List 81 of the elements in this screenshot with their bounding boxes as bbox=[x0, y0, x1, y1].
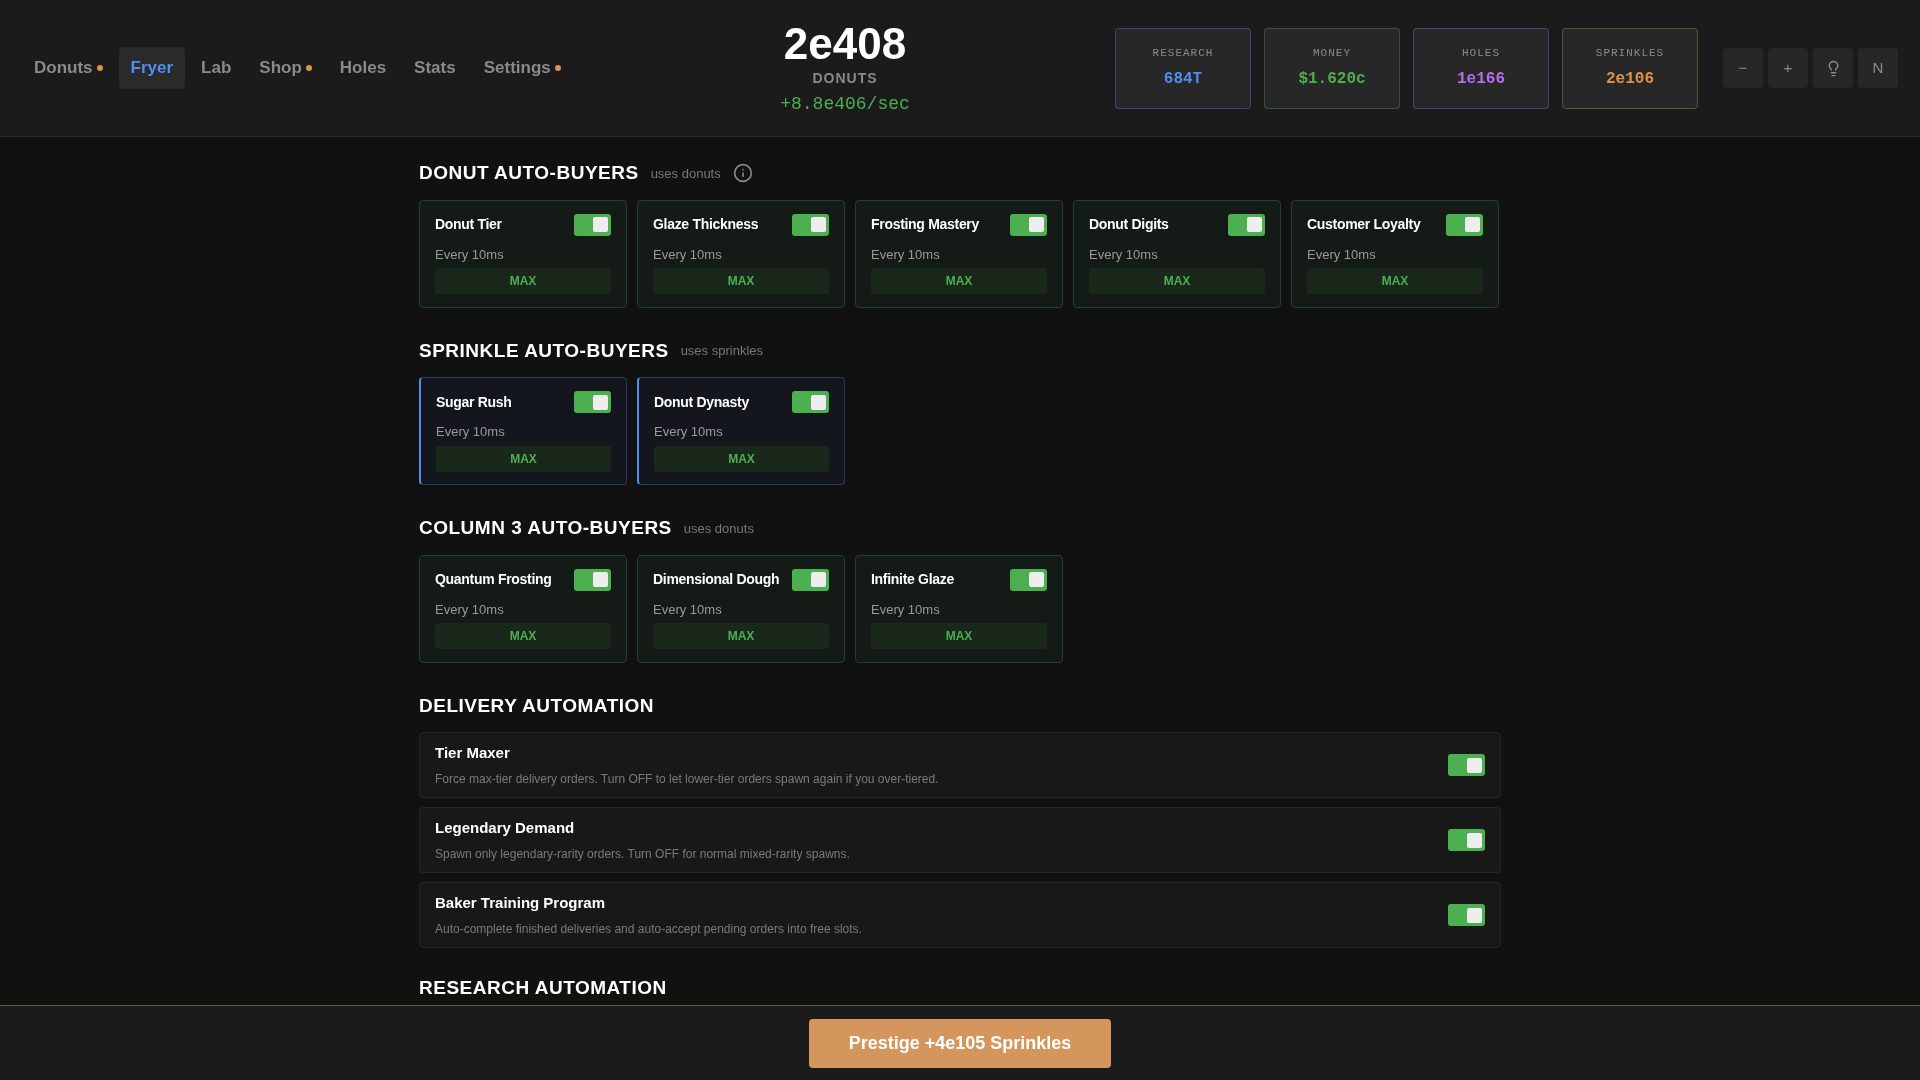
autobuyer-interval: Every 10ms bbox=[435, 245, 505, 264]
lightbulb-button[interactable] bbox=[1813, 48, 1853, 88]
max-button[interactable]: MAX bbox=[435, 268, 611, 294]
nav-tab[interactable]: Fryer bbox=[118, 47, 186, 89]
max-button[interactable]: MAX bbox=[871, 268, 1047, 294]
stat-label: RESEARCH bbox=[1152, 45, 1214, 61]
autobuyer-name: Glaze Thickness bbox=[653, 215, 759, 234]
max-button[interactable]: MAX bbox=[435, 623, 611, 649]
automation-description: Auto-complete finished deliveries and auto-accept pending orders into free slots. bbox=[435, 920, 862, 938]
info-icon[interactable] bbox=[732, 163, 753, 184]
stat-label: HOLES bbox=[1462, 45, 1500, 61]
autobuyer-interval: Every 10ms bbox=[435, 600, 505, 619]
stat-value: 684T bbox=[1163, 69, 1203, 91]
autobuyer-interval: Every 10ms bbox=[653, 245, 723, 264]
toggle-switch[interactable] bbox=[1228, 213, 1265, 236]
toggle-switch[interactable] bbox=[792, 391, 829, 413]
automation-description: Force max-tier delivery orders. Turn OFF to let lower-tier orders spawn again if you over-tiered. bbox=[435, 770, 939, 788]
autobuyer-name: Infinite Glaze bbox=[871, 570, 954, 589]
nav-tab[interactable]: Lab bbox=[189, 47, 244, 89]
section-title: DELIVERY AUTOMATION bbox=[419, 693, 656, 718]
nav-tab[interactable]: Settings bbox=[471, 47, 573, 89]
automation-name: Baker Training Program bbox=[435, 893, 607, 914]
nav-tab[interactable]: Donuts bbox=[22, 47, 115, 89]
toggle-switch[interactable] bbox=[1448, 904, 1485, 926]
toggle-switch[interactable] bbox=[1446, 213, 1483, 236]
toggle-switch[interactable] bbox=[574, 568, 611, 591]
toggle-switch[interactable] bbox=[1448, 754, 1485, 776]
nav-tab[interactable]: Stats bbox=[402, 47, 468, 89]
toggle-switch[interactable] bbox=[792, 213, 829, 236]
autobuyer-name: Quantum Frosting bbox=[435, 570, 552, 589]
autobuyer-interval: Every 10ms bbox=[653, 600, 723, 619]
stat-label: MONEY bbox=[1313, 45, 1351, 61]
automation-name: Tier Maxer bbox=[435, 743, 511, 764]
autobuyer-interval: Every 10ms bbox=[654, 423, 724, 441]
header-button[interactable]: N bbox=[1858, 48, 1898, 88]
stat-value: 2e106 bbox=[1606, 69, 1654, 91]
stat-value: $1.620c bbox=[1298, 69, 1366, 91]
autobuyer-interval: Every 10ms bbox=[436, 423, 506, 441]
max-button[interactable]: MAX bbox=[436, 445, 611, 472]
autobuyer-name: Donut Tier bbox=[435, 215, 502, 234]
toggle-switch[interactable] bbox=[1010, 568, 1047, 591]
automation-name: Legendary Demand bbox=[435, 818, 576, 839]
autobuyer-name: Donut Digits bbox=[1089, 215, 1169, 234]
header-button[interactable]: + bbox=[1768, 48, 1808, 88]
toggle-switch[interactable] bbox=[792, 568, 829, 591]
max-button[interactable]: MAX bbox=[1307, 268, 1483, 294]
autobuyer-name: Dimensional Dough bbox=[653, 570, 780, 589]
toggle-switch[interactable] bbox=[574, 391, 611, 413]
donut-rate: +8.8e406/sec bbox=[780, 93, 910, 116]
autobuyer-interval: Every 10ms bbox=[1307, 245, 1377, 264]
section-subtitle: uses donuts bbox=[683, 519, 754, 538]
toggle-switch[interactable] bbox=[1010, 213, 1047, 236]
section-title: RESEARCH AUTOMATION bbox=[419, 976, 668, 1000]
automation-description: Spawn only legendary-rarity orders. Turn OFF for normal mixed-rarity spawns. bbox=[435, 845, 850, 863]
toggle-switch[interactable] bbox=[574, 213, 611, 236]
toggle-switch[interactable] bbox=[1448, 829, 1485, 851]
autobuyer-name: Customer Loyalty bbox=[1307, 215, 1421, 234]
autobuyer-name: Sugar Rush bbox=[436, 392, 512, 412]
max-button[interactable]: MAX bbox=[653, 623, 829, 649]
max-button[interactable]: MAX bbox=[654, 445, 829, 472]
autobuyer-interval: Every 10ms bbox=[871, 245, 941, 264]
stat-value: 1e166 bbox=[1457, 69, 1505, 91]
autobuyer-interval: Every 10ms bbox=[1089, 245, 1159, 264]
donut-label: DONUTS bbox=[812, 69, 878, 88]
max-button[interactable]: MAX bbox=[1089, 268, 1265, 294]
section-title: DONUT AUTO-BUYERS bbox=[419, 161, 639, 185]
autobuyer-name: Frosting Mastery bbox=[871, 215, 979, 234]
section-subtitle: uses sprinkles bbox=[680, 342, 763, 360]
nav-tab[interactable]: Holes bbox=[327, 47, 399, 89]
autobuyer-name: Donut Dynasty bbox=[654, 392, 749, 412]
stat-label: SPRINKLES bbox=[1595, 45, 1665, 61]
prestige-button[interactable]: Prestige +4e105 Sprinkles bbox=[809, 1018, 1111, 1068]
nav-tab[interactable]: Shop bbox=[247, 47, 324, 89]
autobuyer-interval: Every 10ms bbox=[871, 600, 941, 619]
section-title: SPRINKLE AUTO-BUYERS bbox=[419, 338, 669, 363]
donut-count: 2e408 bbox=[783, 20, 907, 68]
section-title: COLUMN 3 AUTO-BUYERS bbox=[419, 516, 672, 540]
header-button[interactable]: − bbox=[1723, 48, 1763, 88]
section-subtitle: uses donuts bbox=[650, 164, 721, 183]
max-button[interactable]: MAX bbox=[653, 268, 829, 294]
max-button[interactable]: MAX bbox=[871, 623, 1047, 649]
